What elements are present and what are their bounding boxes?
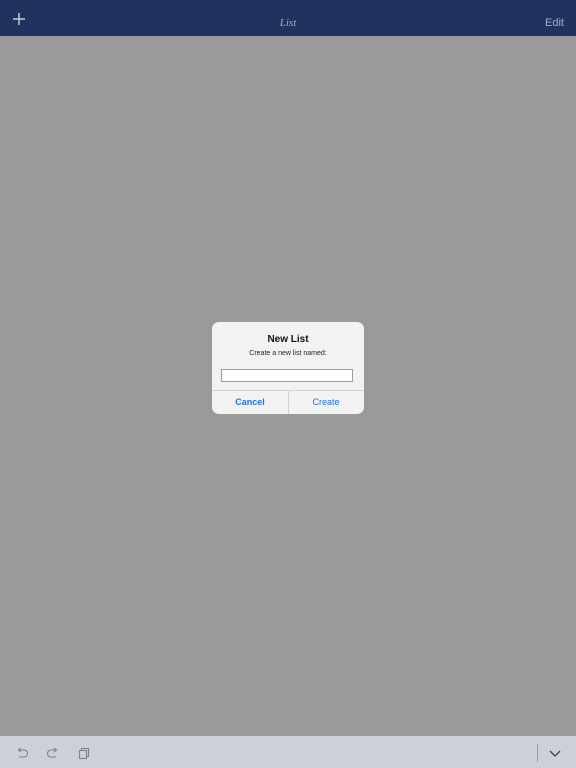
bottom-toolbar xyxy=(0,736,576,768)
chevron-down-icon[interactable] xyxy=(548,746,562,760)
new-list-dialog: New List Create a new list named: Cancel… xyxy=(212,322,364,414)
copy-icon[interactable] xyxy=(77,746,91,760)
cancel-button[interactable]: Cancel xyxy=(212,391,288,414)
dialog-title: New List xyxy=(267,334,309,345)
undo-icon[interactable] xyxy=(15,746,29,760)
edit-button[interactable]: Edit xyxy=(545,17,564,29)
create-button[interactable]: Create xyxy=(288,391,364,414)
toolbar-separator xyxy=(537,744,538,762)
navigation-bar: List Edit xyxy=(0,0,576,36)
dialog-message: Create a new list named: xyxy=(249,350,327,357)
list-name-input[interactable] xyxy=(221,369,353,382)
redo-icon[interactable] xyxy=(46,746,60,760)
plus-icon[interactable] xyxy=(10,10,28,28)
page-title: List xyxy=(279,17,297,29)
